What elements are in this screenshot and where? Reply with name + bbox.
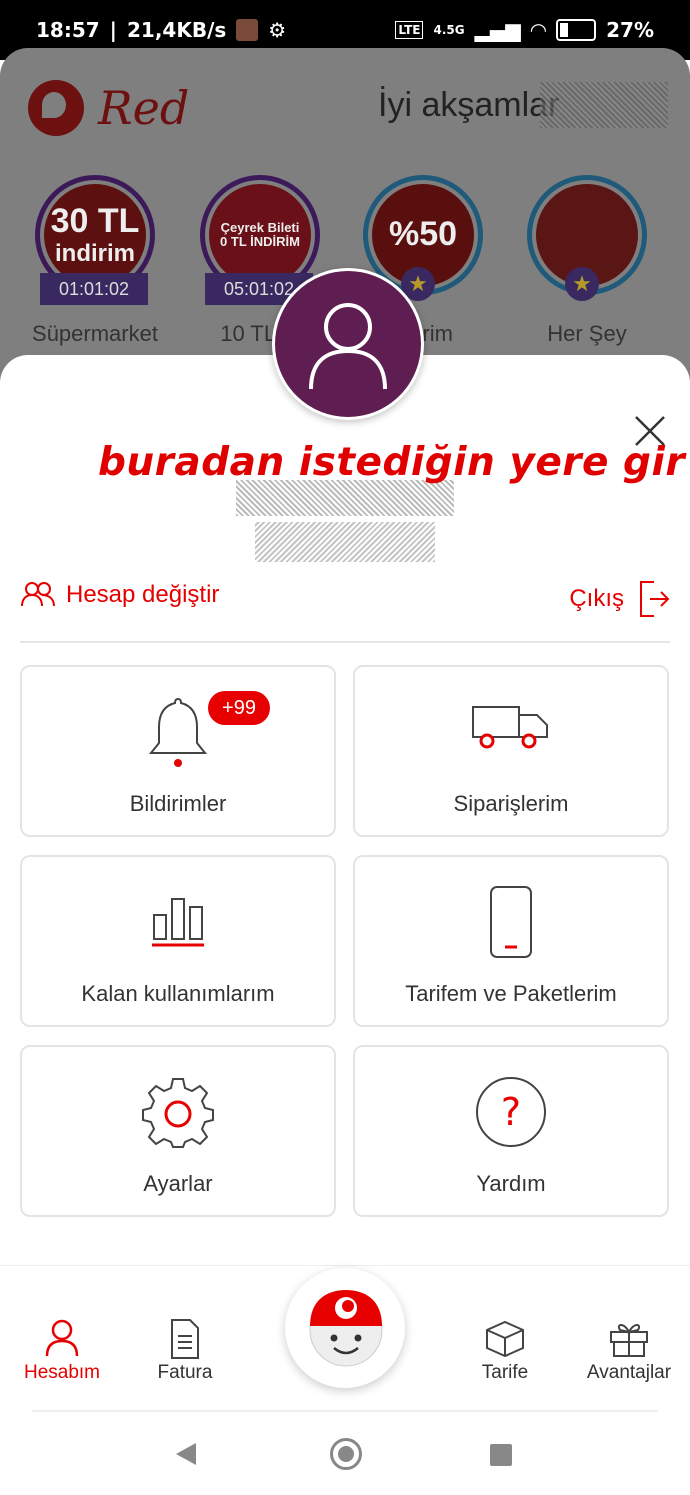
avatar[interactable] [272,268,424,420]
status-time: 18:57 [36,18,100,42]
nav-account[interactable]: Hesabım [22,1318,102,1384]
status-speed: 21,4KB/s [126,18,227,42]
bell-icon [148,697,208,767]
logout-icon [640,581,670,617]
recent-apps-icon[interactable] [490,1444,512,1466]
settings-card[interactable]: Ayarlar [20,1045,336,1217]
blurred-user-name [236,480,454,516]
vodafone-logo-icon [28,80,84,136]
box-icon [486,1320,524,1358]
truck-icon [472,706,548,749]
gift-icon [610,1324,648,1357]
greeting-text: İyi akşamlar [378,86,560,124]
user-avatar-icon [309,303,387,390]
wifi-icon: ◠ [530,18,547,42]
brand-name: Red [98,81,190,135]
blurred-user-number [255,522,435,562]
story-item[interactable]: 30 TL indirim 01:01:02 Süpermarket [30,175,160,346]
switch-account-button[interactable]: Hesap değiştir [20,580,219,610]
help-icon: ? [476,1077,546,1147]
star-icon: ★ [565,267,599,301]
network-type: 4.5G [433,23,465,37]
card-label: Ayarlar [143,1171,213,1196]
nav-label: Avantajlar [586,1362,672,1383]
phone-icon [490,886,532,958]
nav-label: Fatura [157,1362,213,1383]
annotation-note: buradan istediğin yere gir [98,440,686,485]
bar-chart-icon [152,898,204,947]
nav-benefits[interactable]: Avantajlar [584,1318,674,1384]
battery-percent: 27% [606,18,654,42]
signal-icon: ▂▄▆ [474,18,521,42]
card-label: Yardım [476,1171,546,1196]
app-notification-icon [236,19,259,41]
divider [20,641,670,643]
help-card[interactable]: ? Yardım [353,1045,669,1217]
story-label: Süpermarket [32,321,158,346]
story-timer: 01:01:02 [40,273,148,305]
nav-label: Tarife [481,1362,529,1383]
tariff-packages-card[interactable]: Tarifem ve Paketlerim [353,855,669,1027]
nav-label: Hesabım [23,1362,101,1383]
card-label: Bildirimler [129,791,227,816]
assistant-button[interactable] [285,1268,405,1388]
switch-account-label: Hesap değiştir [66,581,220,608]
story-item[interactable]: Çeyrek Bileti 0 TL İNDİRİM 05:01:02 10 T… [195,175,325,346]
users-icon [21,582,55,607]
volte-icon: LTE [395,21,424,39]
card-label: Tarifem ve Paketlerim [405,981,617,1006]
notification-badge: +99 [208,691,270,725]
tobi-mascot-icon [309,1290,383,1367]
story-label: Her Şey [547,321,627,346]
settings-status-icon: ⚙ [268,18,287,42]
card-label: Kalan kullanımlarım [81,981,275,1006]
orders-card[interactable]: Siparişlerim [353,665,669,837]
nav-invoice[interactable]: Fatura [150,1318,220,1384]
gear-icon [142,1078,214,1148]
logout-button[interactable]: Çıkış [569,580,670,618]
user-icon [45,1319,79,1357]
notifications-card[interactable]: +99 Bildirimler [20,665,336,837]
blurred-name [540,82,668,128]
card-label: Siparişlerim [453,791,569,816]
story-item[interactable]: ★ Her Şey [522,175,652,346]
back-icon[interactable] [176,1443,196,1465]
svg-text:?: ? [501,1090,521,1134]
remaining-usage-card[interactable]: Kalan kullanımlarım [20,855,336,1027]
nav-tariff[interactable]: Tarife [475,1318,535,1384]
invoice-icon [171,1319,199,1359]
brand-logo: Red [28,80,189,136]
home-icon[interactable] [330,1438,362,1470]
battery-icon [556,19,597,41]
account-actions: Hesap değiştir Çıkış [20,580,670,622]
logout-label: Çıkış [569,585,624,612]
